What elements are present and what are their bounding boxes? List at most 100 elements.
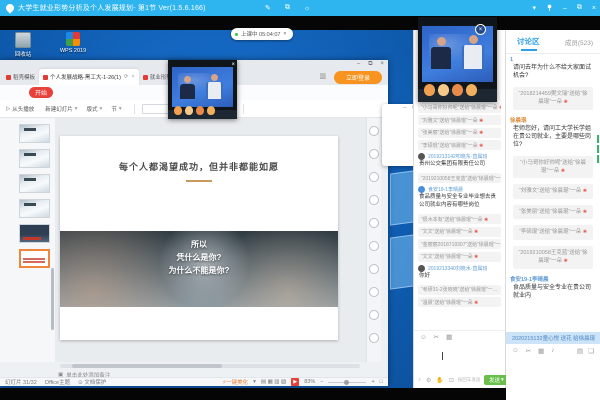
audio-icon[interactable]: ♪ — [418, 377, 421, 384]
slide-thumbnail[interactable] — [19, 199, 50, 218]
video-overlay-right[interactable]: × — [418, 17, 497, 102]
scissors-icon[interactable]: ✂ — [526, 347, 531, 355]
toolbar-button[interactable]: 节 ▾ — [109, 105, 121, 113]
slide-thumbnail[interactable] — [19, 124, 50, 143]
send-button[interactable]: 发送▾ — [484, 375, 508, 385]
side-tool-icon[interactable] — [369, 172, 379, 182]
chat-message[interactable]: “2019210058王克蓝”送给“徐晨琨”一… “2019210058王克蓝”… — [414, 171, 505, 184]
class-status-pill[interactable]: 上课中 05:04:07 ▾ — [231, 28, 293, 40]
side-tool-icon[interactable] — [369, 126, 379, 136]
chat-message[interactable]: 食安19-1李晴晨 食品质量与安全专业在贵公司就业内 食品质量与安全专业在贵公司… — [506, 272, 600, 304]
settings-icon[interactable]: ⚙ — [426, 377, 431, 384]
dropdown-icon[interactable]: ▾ — [532, 4, 536, 12]
lamp-icon[interactable]: ☼ — [304, 5, 310, 12]
tab-document-active[interactable]: 个人发展战略-黑工大-1-26(1) ⟳ × — [39, 69, 139, 85]
fullscreen-icon[interactable]: □ — [380, 379, 383, 385]
chat-message[interactable]: “文文”送给“徐晨琨”一朵 “文文”送给“徐晨琨”一朵 ❀ — [414, 224, 505, 237]
chat-message[interactable]: “张美丽”送给“徐晨琨”一朵 “张美丽”送给“徐晨琨”一朵 ❀ — [414, 125, 505, 138]
chat-message[interactable]: “温晨”送给“徐晨琨”一朵 “温晨”送给“徐晨琨”一朵 ❀ — [414, 295, 505, 308]
side-tool-icon[interactable] — [369, 241, 379, 251]
hand-icon[interactable]: ✋ — [436, 377, 443, 384]
image-icon[interactable]: ▦ — [446, 333, 452, 341]
chat-message[interactable]: 徐晨琨 老师您好，请问工大学长学姐在贵公司就业，主要是哪些岗位? 老师您好，请问… — [506, 113, 600, 153]
slide-thumbnail[interactable] — [19, 249, 50, 268]
chat-message[interactable]: “刘雅文”送给“徐晨琨”一朵 “刘雅文”送给“徐晨琨”一朵 ❀ — [414, 113, 505, 126]
tab-members[interactable]: 成员(523) — [565, 37, 593, 47]
slide-thumbnail[interactable] — [19, 224, 50, 243]
chat-message[interactable]: “考研31-2张晓晓”送给“徐晨琨”一… “考研31-2张晓晓”送给“徐晨琨”一… — [414, 282, 505, 295]
toolbar-button[interactable]: 新建幻灯片 ▾ — [43, 105, 77, 113]
chat-message[interactable]: “刘雅文”送给“徐晨琨”一朵 “刘雅文”送给“徐晨琨”一朵 ❀ — [506, 181, 600, 202]
highlighted-message[interactable]: 2020215132童心悦 送花 给徐晨琨 — [506, 332, 600, 344]
chat-message[interactable]: 1 请问去年为什么不给大家面试机会? 请问去年为什么不给大家面试机会? — [506, 54, 600, 84]
current-slide[interactable]: 每个人都渴望成功，但并非都能如愿 所以 凭什么是你? 为什么不能是你? — [60, 136, 338, 340]
chat-message[interactable]: 2019213142叩晓东·直属班 贵州公交集团有限责任公司 贵州公交集团有限责… — [414, 150, 505, 171]
zoom-slider[interactable] — [328, 382, 366, 383]
video-overlay-center[interactable]: × — [168, 60, 237, 119]
side-tool-icon[interactable] — [369, 333, 379, 343]
more-icon[interactable]: ⊡ — [449, 377, 454, 384]
chat-message[interactable]: “2018214459樊文瑞”送给“徐晨琨”一朵 “2018214459樊文瑞”… — [506, 84, 600, 113]
side-tool-icon[interactable] — [369, 218, 379, 228]
close-icon[interactable]: × — [231, 62, 235, 68]
toolbar-button[interactable]: ▷ 从头播放 — [6, 105, 36, 113]
side-tool-icon[interactable] — [369, 310, 379, 320]
apps-grid-icon[interactable]: ▥ — [319, 72, 326, 80]
login-button[interactable]: 立即登录 — [334, 71, 382, 84]
emoji-icon[interactable]: ☺ — [420, 334, 427, 341]
close-tab-icon[interactable]: × — [132, 74, 135, 80]
emoji-icon[interactable]: ☺ — [512, 347, 519, 354]
scrollbar-markers[interactable] — [597, 135, 599, 163]
chat-input[interactable] — [414, 342, 505, 372]
chat-message[interactable]: “小马哥你好帅呢”送给“徐晨琨”一朵 “小马哥你好帅呢”送给“徐晨琨”一朵 ❀ — [506, 153, 600, 182]
side-tool-icon[interactable] — [369, 264, 379, 274]
zoom-out-button[interactable]: − — [320, 379, 323, 385]
slideshow-play-button[interactable]: ▶ — [291, 378, 299, 386]
pin-icon[interactable] — [546, 4, 553, 13]
close-button[interactable]: × — [592, 5, 596, 12]
side-tool-icon[interactable] — [369, 149, 379, 159]
slide-thumbnail[interactable] — [19, 149, 50, 168]
chat-message[interactable]: “李硕琨”送给“徐晨琨”一朵 “李硕琨”送给“徐晨琨”一朵 ❀ — [414, 138, 505, 151]
panel-icon[interactable]: ▤ — [577, 347, 583, 355]
scrollbar-handle[interactable] — [72, 364, 222, 368]
refresh-icon[interactable]: ⟳ — [124, 74, 129, 80]
tab-docer[interactable]: 稻壳模板 — [2, 69, 39, 85]
close-button[interactable]: × — [380, 61, 384, 68]
comment-icon[interactable]: ❏ — [588, 347, 594, 355]
image-icon[interactable]: ▦ — [538, 347, 544, 355]
chat-message[interactable]: “金丽丽2018719307”送给“徐晨琨”一… “金丽丽2018719307”… — [414, 237, 505, 250]
toolbar-button[interactable]: 版式 ▾ — [85, 105, 103, 113]
zoom-slider-handle[interactable] — [344, 380, 349, 385]
beautify-button[interactable]: ⚡一键美化 — [222, 378, 248, 386]
tab-discussion[interactable]: 讨论区 — [517, 36, 540, 47]
audio-icon[interactable]: ♪ — [551, 347, 554, 354]
board-icon[interactable]: ⧉ — [285, 4, 290, 12]
restore-button[interactable]: ⧉ — [577, 4, 582, 12]
horizontal-scrollbar[interactable] — [60, 364, 360, 368]
minimize-button[interactable]: – — [563, 5, 567, 12]
chat-message[interactable]: “张美丽”送给“徐晨琨”一朵 “张美丽”送给“徐晨琨”一朵 ❀ — [506, 202, 600, 223]
minimize-button[interactable]: – — [403, 105, 406, 111]
thumbnail-scrollbar[interactable] — [51, 268, 54, 330]
chat-message[interactable]: “李硕琨”送给“徐晨琨”一朵 “李硕琨”送给“徐晨琨”一朵 ❀ — [506, 222, 600, 243]
desktop-icon-wps[interactable]: WPS 2019 — [58, 32, 88, 54]
chat-message[interactable]: 食安19-1李晴晨 食品质量与安全专业毕业想去贵公司就业内容有哪些岗位 食品质量… — [414, 183, 505, 211]
chat-message[interactable]: 2019213340刘晓水·直属班 你好 你好 — [414, 262, 505, 283]
view-mode-icons[interactable]: ▤ ▦ ▥ ▧ — [261, 379, 286, 385]
chat-message[interactable]: “很木本有”送给“徐晨琨”一朵 “很木本有”送给“徐晨琨”一朵 ❀ — [414, 212, 505, 225]
restore-button[interactable]: ⧉ — [368, 61, 372, 68]
chat-message[interactable]: “2019210058王克蓝”送给“徐晨琨”一朵 “2019210058王克蓝”… — [506, 243, 600, 272]
edit-icon[interactable]: ✎ — [265, 4, 271, 12]
slide-thumbnail[interactable] — [19, 174, 50, 193]
side-tool-icon[interactable] — [369, 287, 379, 297]
zoom-in-button[interactable]: + — [371, 379, 374, 385]
side-tool-icon[interactable] — [369, 195, 379, 205]
desktop-icon-recycle-bin[interactable]: 回收站 — [8, 32, 38, 58]
close-icon[interactable]: × — [475, 24, 486, 35]
scissors-icon[interactable]: ✂ — [434, 333, 439, 341]
menu-home-pill[interactable]: 开始 — [29, 87, 53, 98]
chat-message[interactable]: “文文”送给“徐晨琨”一朵 “文文”送给“徐晨琨”一朵 ❀ — [414, 249, 505, 262]
minimize-button[interactable]: – — [357, 61, 360, 68]
chat-input[interactable] — [506, 357, 600, 400]
